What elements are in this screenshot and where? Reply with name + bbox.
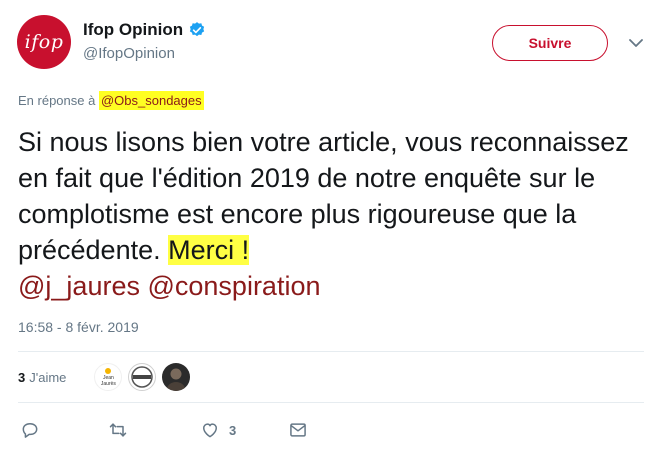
author-display-name[interactable]: Ifop Opinion (83, 20, 183, 40)
follow-button[interactable]: Suivre (492, 25, 608, 61)
reply-context: En réponse à @Obs_sondages (18, 91, 204, 110)
like-button[interactable]: 3 (200, 420, 236, 440)
reply-button[interactable] (20, 420, 40, 440)
reply-icon (22, 423, 38, 438)
liker-avatar-person[interactable] (162, 363, 191, 391)
person-avatar-icon (166, 368, 187, 391)
direct-message-button[interactable] (288, 420, 308, 440)
chevron-down-icon[interactable] (628, 38, 644, 48)
retweet-button[interactable] (108, 420, 128, 440)
tweet-text-main: Si nous lisons bien votre article, vous … (18, 127, 629, 265)
tweet-timestamp[interactable]: 16:58 - 8 févr. 2019 (18, 319, 139, 335)
ifop-logo: ifop (24, 31, 64, 53)
liker-avatar-conspiracy-watch[interactable] (128, 363, 157, 391)
tweet-text: Si nous lisons bien votre article, vous … (18, 124, 648, 304)
likes-count[interactable]: 3 (18, 370, 25, 385)
divider (18, 402, 644, 403)
likes-row: 3 J'aime Jean Jaurès (18, 362, 191, 392)
author-block: Ifop Opinion @IfopOpinion (83, 20, 206, 62)
jean-jaures-logo-icon (105, 367, 112, 374)
likes-label[interactable]: J'aime (29, 370, 66, 385)
divider (18, 351, 644, 352)
tweet-card: ifop Ifop Opinion @IfopOpinion Suivre En… (0, 0, 661, 452)
reply-prefix: En réponse à (18, 93, 96, 108)
direct-message-icon (290, 423, 306, 437)
verified-badge-icon (189, 22, 205, 37)
mention-link-j-jaures[interactable]: @j_jaures (18, 271, 140, 301)
liker-avatar-jean-jaures[interactable]: Jean Jaurès (94, 363, 123, 391)
like-count: 3 (229, 422, 237, 438)
conspiracy-watch-logo-icon (131, 366, 154, 388)
reply-mention-link[interactable]: @Obs_sondages (98, 91, 204, 110)
author-handle[interactable]: @IfopOpinion (83, 45, 206, 62)
retweet-icon (109, 423, 127, 437)
likers-list: Jean Jaurès (94, 363, 191, 391)
liker-avatar-text: Jean Jaurès (100, 374, 116, 387)
heart-icon (203, 423, 217, 438)
author-display-name-row[interactable]: Ifop Opinion (83, 20, 206, 40)
tweet-text-highlight: Merci ! (168, 235, 250, 265)
avatar[interactable]: ifop (17, 15, 71, 69)
tweet-actions: 3 (20, 420, 320, 442)
mention-link-conspiration[interactable]: @conspiration (147, 271, 320, 301)
